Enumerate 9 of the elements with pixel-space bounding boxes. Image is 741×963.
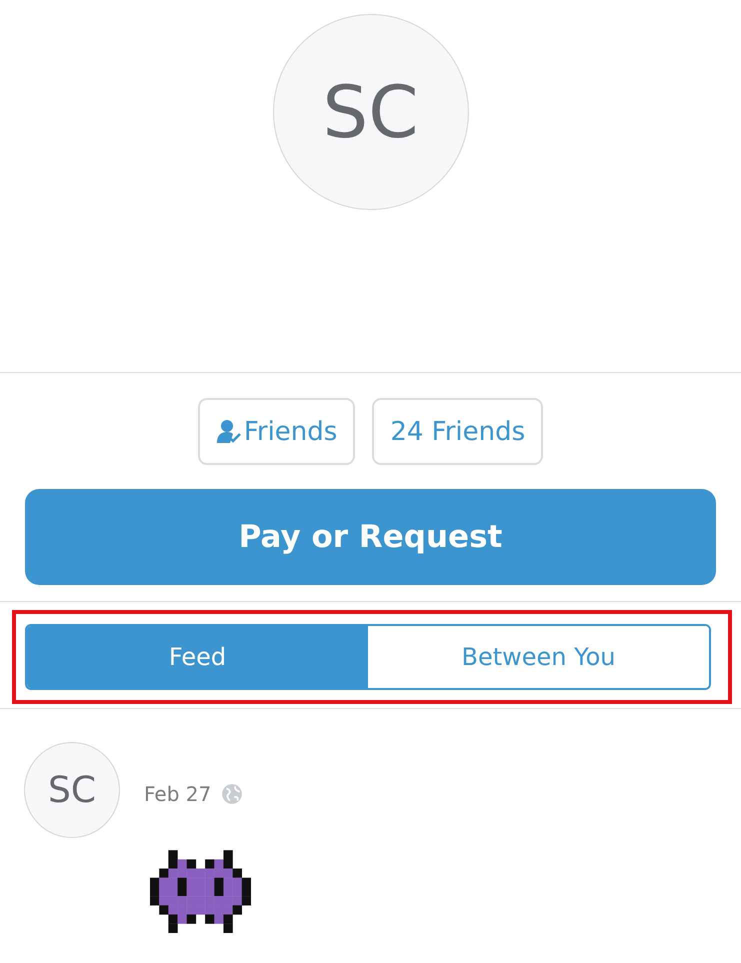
friends-button[interactable]: Friends bbox=[198, 398, 356, 465]
alien-icon bbox=[150, 850, 251, 933]
pay-or-request-button[interactable]: Pay or Request bbox=[25, 489, 716, 585]
post-date: Feb 27 bbox=[144, 782, 212, 806]
friends-button[interactable]: 24 Friends bbox=[372, 398, 544, 465]
person-check-icon bbox=[216, 418, 242, 444]
avatar: SC bbox=[24, 742, 120, 838]
avatar: SC bbox=[272, 14, 468, 210]
tab[interactable]: Feed bbox=[27, 626, 368, 688]
